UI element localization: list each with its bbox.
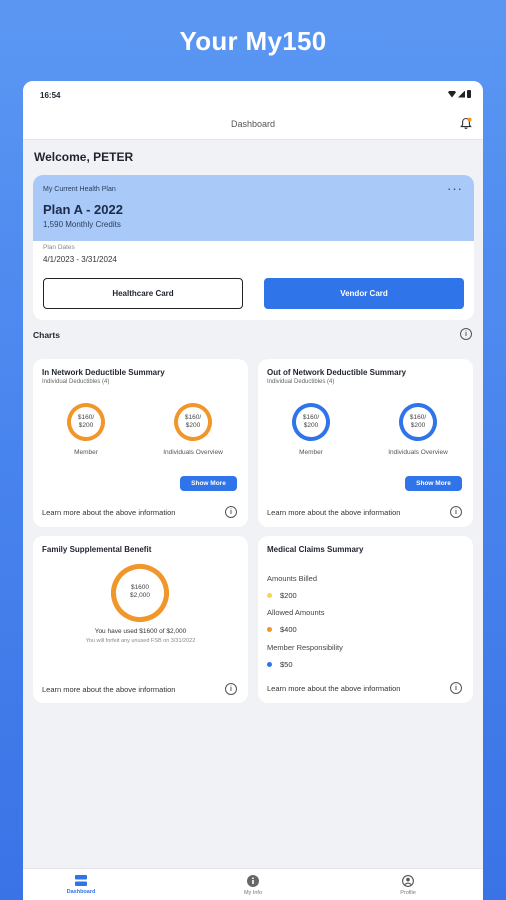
learn-more-text: Learn more about the above information xyxy=(267,508,401,517)
info-icon[interactable]: i xyxy=(450,682,462,694)
plan-header: My Current Health Plan Plan A - 2022 1,5… xyxy=(33,175,474,241)
tab-label: Profile xyxy=(400,890,416,896)
plan-name: Plan A - 2022 xyxy=(43,202,123,217)
card-subtitle: Individual Deductibles (4) xyxy=(267,379,335,385)
learn-more-text: Learn more about the above information xyxy=(42,685,176,694)
ring-value: $1600 $2,000 xyxy=(130,584,150,599)
healthcare-card-button[interactable]: Healthcare Card xyxy=(43,278,243,309)
card-title: Out of Network Deductible Summary xyxy=(267,368,407,377)
status-time: 16:54 xyxy=(40,91,61,100)
tab-label: My Info xyxy=(243,890,263,896)
ring-caption: Member xyxy=(74,449,98,456)
system-icons xyxy=(448,90,471,98)
notification-bell-icon[interactable] xyxy=(460,117,472,130)
family-benefit-card: Family Supplemental Benefit $1600 $2,000 … xyxy=(33,536,248,703)
legend-label: Member Responsibility xyxy=(267,643,343,652)
welcome-heading: Welcome, PETER xyxy=(34,150,134,164)
plan-kicker: My Current Health Plan xyxy=(43,186,116,193)
info-icon[interactable]: i xyxy=(225,506,237,518)
vendor-card-button[interactable]: Vendor Card xyxy=(264,278,464,309)
legend-value: $200 xyxy=(280,591,297,600)
learn-more-text: Learn more about the above information xyxy=(42,508,176,517)
status-bar: 16:54 xyxy=(23,81,483,109)
bottom-tab-bar: Dashboard My Info Profile xyxy=(23,868,483,900)
plan-dates: 4/1/2023 - 3/31/2024 xyxy=(43,255,117,264)
app-window: 16:54 Dashboard Welcome, PETER My Curren… xyxy=(23,81,483,900)
battery-icon xyxy=(467,90,471,98)
tab-dashboard[interactable]: Dashboard xyxy=(46,872,116,895)
card-title: In Network Deductible Summary xyxy=(42,368,165,377)
plan-dates-label: Plan Dates xyxy=(43,244,75,251)
app-bar-title: Dashboard xyxy=(230,119,276,129)
legend-label: Amounts Billed xyxy=(267,574,318,583)
plan-credits: 1,590 Monthly Credits xyxy=(43,220,121,229)
person-icon xyxy=(402,875,414,887)
legend-dot xyxy=(267,627,272,632)
legend-dot xyxy=(267,593,272,598)
ring-caption: Individuals Overview xyxy=(388,449,448,456)
learn-more-text: Learn more about the above information xyxy=(267,684,401,693)
signal-icon xyxy=(458,90,465,98)
app-bar: Dashboard xyxy=(23,109,483,140)
tab-my-info[interactable]: My Info xyxy=(218,872,288,896)
dashboard-icon xyxy=(75,875,87,886)
wifi-icon xyxy=(448,90,456,98)
legend-value: $50 xyxy=(280,660,293,669)
ring-value: $160/$200 xyxy=(409,414,427,429)
charts-info-icon[interactable]: i xyxy=(460,328,472,340)
ring-value: $160/$200 xyxy=(77,414,95,429)
card-title: Family Supplemental Benefit xyxy=(42,545,152,554)
info-icon[interactable]: i xyxy=(225,683,237,695)
used-text: You have used $1600 of $2,000 xyxy=(94,628,187,635)
claims-card: Medical Claims Summary Amounts Billed $2… xyxy=(258,536,473,703)
ring-value: $160/$200 xyxy=(302,414,320,429)
tab-label: Dashboard xyxy=(66,889,96,895)
card-title: Medical Claims Summary xyxy=(267,545,364,554)
charts-heading: Charts xyxy=(33,330,60,340)
show-more-button[interactable]: Show More xyxy=(405,476,462,491)
hero-title: Your My150 xyxy=(179,26,327,56)
ring-caption: Individuals Overview xyxy=(163,449,223,456)
ring-value: $160/$200 xyxy=(184,414,202,429)
in-network-card: In Network Deductible Summary Individual… xyxy=(33,359,248,527)
info-icon[interactable]: i xyxy=(450,506,462,518)
ring-caption: Member xyxy=(299,449,323,456)
forfeit-text: You will forfeit any unused FSB on 3/31/… xyxy=(85,638,196,644)
tab-profile[interactable]: Profile xyxy=(373,872,443,896)
info-circle-icon xyxy=(247,875,259,887)
more-options-icon[interactable]: ··· xyxy=(447,181,463,196)
legend-value: $400 xyxy=(280,625,297,634)
legend-dot xyxy=(267,662,272,667)
show-more-button[interactable]: Show More xyxy=(180,476,237,491)
card-subtitle: Individual Deductibles (4) xyxy=(42,379,110,385)
out-network-card: Out of Network Deductible Summary Indivi… xyxy=(258,359,473,527)
current-plan-card: My Current Health Plan Plan A - 2022 1,5… xyxy=(33,175,474,320)
legend-label: Allowed Amounts xyxy=(267,608,325,617)
